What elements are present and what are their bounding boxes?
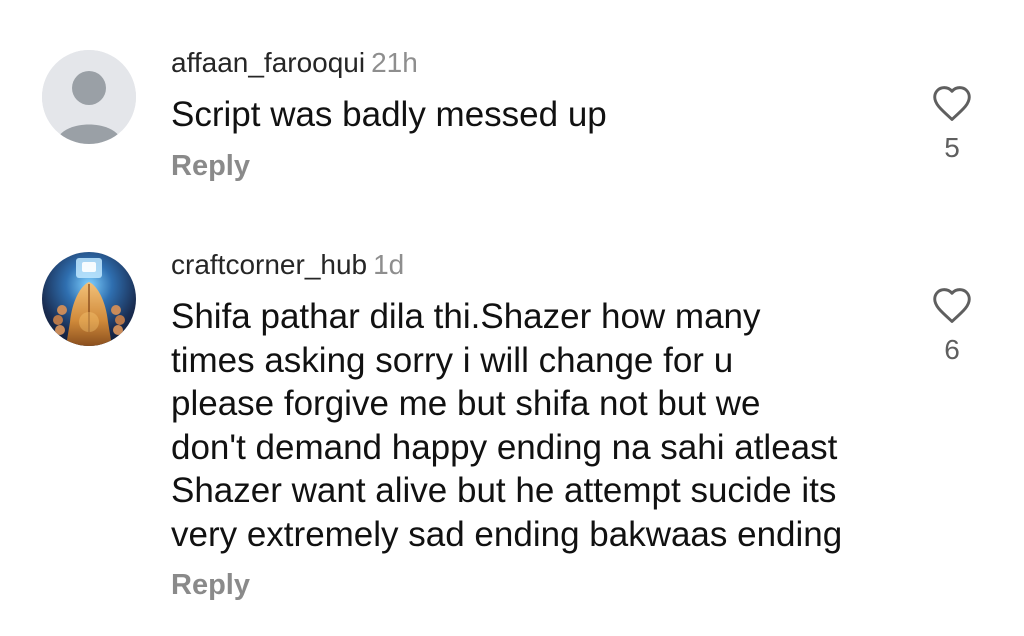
reply-button[interactable]: Reply xyxy=(171,568,891,602)
avatar[interactable] xyxy=(42,50,136,144)
heart-icon[interactable] xyxy=(931,84,973,122)
comment-text: Shifa pathar dila thi.Shazer how many ti… xyxy=(171,297,843,554)
like-count: 5 xyxy=(944,132,960,163)
username-link[interactable]: craftcorner_hub xyxy=(171,249,367,280)
comment-item: craftcorner_hub 1d Shifa pathar dila thi.… xyxy=(0,220,1024,636)
heart-icon[interactable] xyxy=(931,286,973,324)
comment-meta: craftcorner_hub 1d xyxy=(171,249,891,281)
reply-button[interactable]: Reply xyxy=(171,149,891,183)
like-control: 6 xyxy=(924,286,980,366)
comment-meta: affaan_farooqui 21h xyxy=(171,47,891,79)
comment-content: craftcorner_hub 1d Shifa pathar dila thi.… xyxy=(171,249,891,602)
comment-item: affaan_farooqui 21h Script was badly mess… xyxy=(0,0,1024,220)
avatar[interactable] xyxy=(42,252,136,346)
comment-timestamp: 21h xyxy=(371,47,418,78)
praying-hands-avatar-image xyxy=(42,252,136,346)
comment-content: affaan_farooqui 21h Script was badly mess… xyxy=(171,47,891,183)
username-link[interactable]: affaan_farooqui xyxy=(171,47,365,78)
default-user-icon xyxy=(42,50,136,144)
comment-timestamp: 1d xyxy=(373,249,405,280)
like-count: 6 xyxy=(944,334,960,365)
like-control: 5 xyxy=(924,84,980,164)
comment-text: Script was badly messed up xyxy=(171,95,607,134)
